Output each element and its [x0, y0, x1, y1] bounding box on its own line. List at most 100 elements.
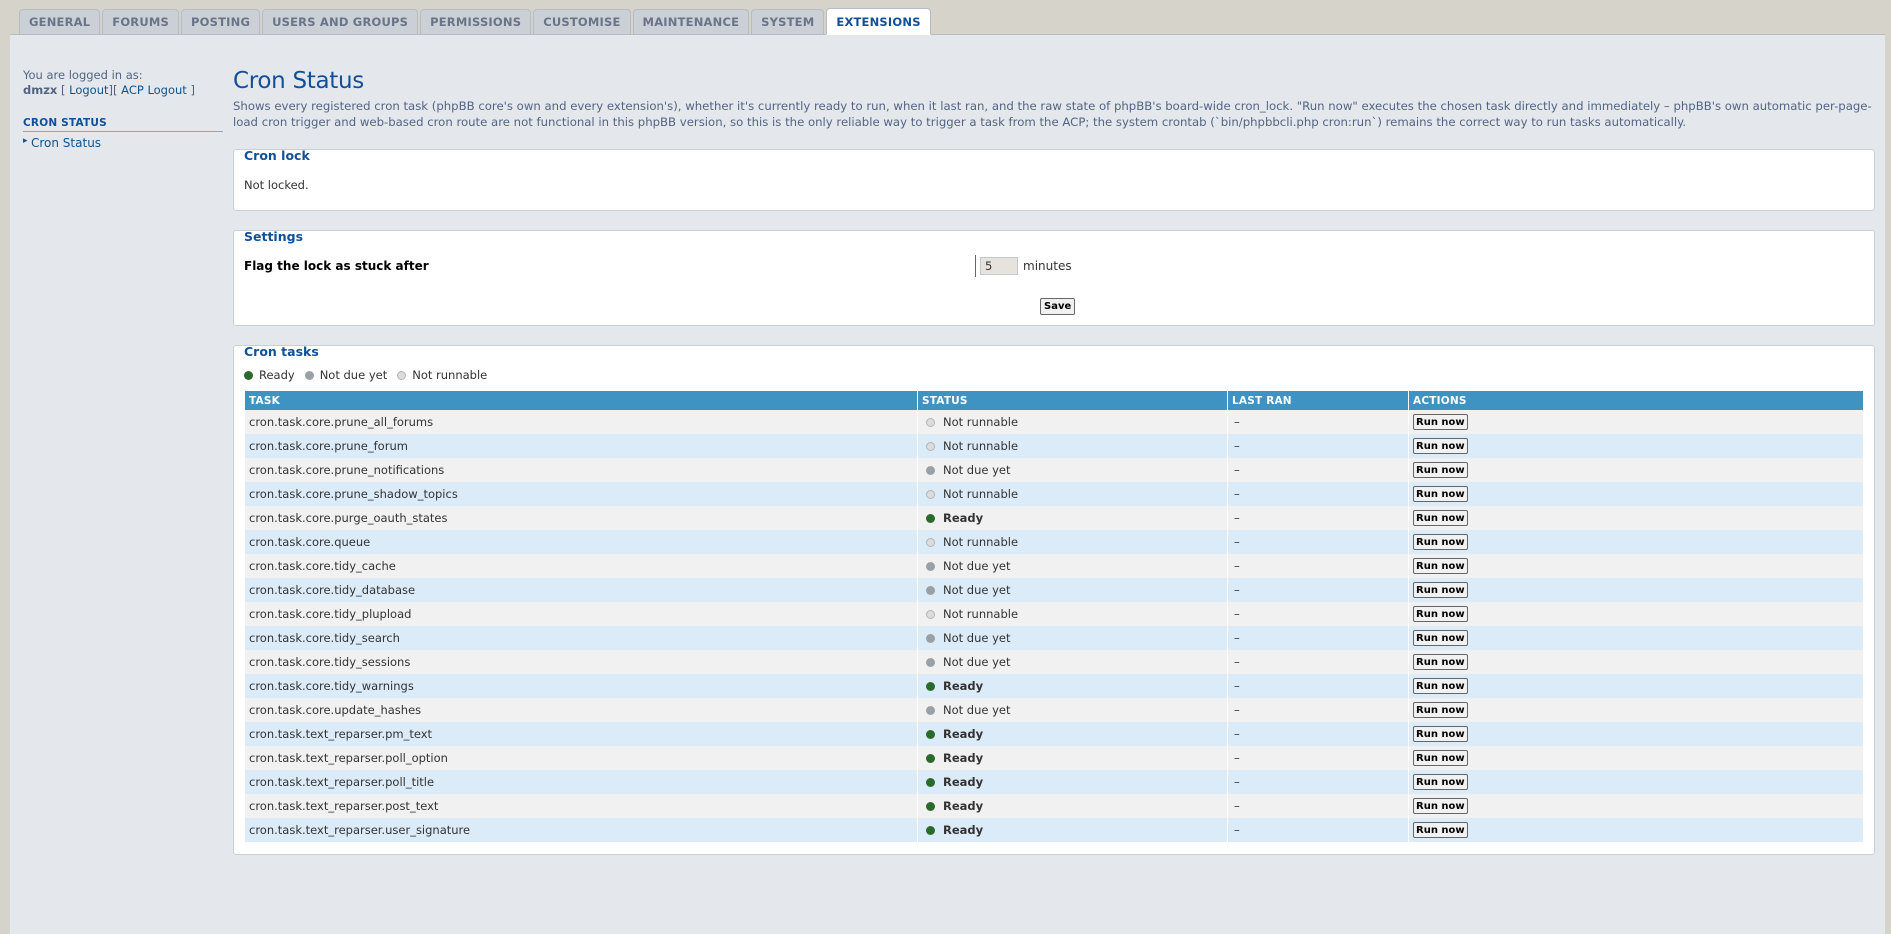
- table-row: cron.task.text_reparser.post_text Ready – R…: [245, 794, 1864, 818]
- task-last-ran: –: [1227, 794, 1409, 818]
- run-now-button[interactable]: Run now: [1413, 702, 1468, 719]
- status-dot-icon: [926, 705, 935, 715]
- table-row: cron.task.core.tidy_search Not due yet – Ru…: [245, 626, 1864, 650]
- task-last-ran: –: [1227, 722, 1409, 746]
- run-now-button[interactable]: Run now: [1413, 654, 1468, 671]
- task-last-ran: –: [1227, 674, 1409, 698]
- tab-users-and-groups[interactable]: USERS AND GROUPS: [262, 9, 419, 34]
- tab-extensions[interactable]: EXTENSIONS: [826, 8, 931, 35]
- tab-maintenance[interactable]: MAINTENANCE: [632, 9, 750, 34]
- run-now-button[interactable]: Run now: [1413, 414, 1468, 431]
- task-status-cell: Ready: [917, 794, 1228, 818]
- task-status: Not due yet: [943, 703, 1011, 717]
- key-not-runnable: Not runnable: [397, 368, 487, 382]
- run-now-button[interactable]: Run now: [1413, 606, 1468, 623]
- task-name: cron.task.core.tidy_warnings: [245, 674, 918, 698]
- task-name: cron.task.core.tidy_search: [245, 626, 918, 650]
- task-status-cell: Ready: [917, 674, 1228, 698]
- run-now-button[interactable]: Run now: [1413, 678, 1468, 695]
- logged-in-label: You are logged in as:: [23, 68, 143, 82]
- task-name: cron.task.core.tidy_cache: [245, 554, 918, 578]
- task-status: Not runnable: [943, 535, 1019, 549]
- table-row: cron.task.core.prune_shadow_topics Not ru…: [245, 482, 1864, 506]
- run-now-button[interactable]: Run now: [1413, 822, 1468, 839]
- run-now-button[interactable]: Run now: [1413, 726, 1468, 743]
- task-name: cron.task.text_reparser.user_signature: [245, 818, 918, 842]
- tab-posting[interactable]: POSTING: [181, 9, 261, 34]
- task-status: Ready: [943, 775, 984, 789]
- task-actions: Run now: [1408, 722, 1864, 746]
- task-status-cell: Not runnable: [917, 410, 1228, 434]
- task-actions: Run now: [1408, 458, 1864, 482]
- run-now-button[interactable]: Run now: [1413, 534, 1468, 551]
- save-button[interactable]: Save: [1040, 298, 1076, 315]
- task-last-ran: –: [1227, 650, 1409, 674]
- tab-general[interactable]: GENERAL: [19, 9, 101, 34]
- run-now-button[interactable]: Run now: [1413, 438, 1468, 455]
- table-row: cron.task.core.tidy_sessions Not due yet –…: [245, 650, 1864, 674]
- task-actions: Run now: [1408, 794, 1864, 818]
- stuck-lock-input-group: minutes: [975, 255, 1072, 277]
- acp-logout-link[interactable]: ACP Logout: [121, 83, 187, 97]
- tab-system[interactable]: SYSTEM: [751, 9, 825, 34]
- run-now-button[interactable]: Run now: [1413, 462, 1468, 479]
- logout-link[interactable]: Logout: [69, 83, 108, 97]
- tab-customise[interactable]: CUSTOMISE: [533, 9, 631, 34]
- task-actions: Run now: [1408, 554, 1864, 578]
- task-actions: Run now: [1408, 530, 1864, 554]
- task-last-ran: –: [1227, 698, 1409, 722]
- task-last-ran: –: [1227, 410, 1409, 434]
- task-name: cron.task.core.queue: [245, 530, 918, 554]
- task-status-cell: Not runnable: [917, 434, 1228, 458]
- task-status-cell: Not runnable: [917, 530, 1228, 554]
- table-row: cron.task.core.tidy_plupload Not runnable…: [245, 602, 1864, 626]
- run-now-button[interactable]: Run now: [1413, 750, 1468, 767]
- task-last-ran: –: [1227, 530, 1409, 554]
- run-now-button[interactable]: Run now: [1413, 582, 1468, 599]
- column-header-last-ran: LAST RAN: [1227, 391, 1409, 410]
- run-now-button[interactable]: Run now: [1413, 486, 1468, 503]
- task-name: cron.task.text_reparser.pm_text: [245, 722, 918, 746]
- run-now-button[interactable]: Run now: [1413, 798, 1468, 815]
- status-dot-icon: [926, 585, 935, 595]
- sidebar-section-title: CRON STATUS: [23, 117, 223, 132]
- settings-legend: Settings: [244, 229, 304, 244]
- task-status: Not runnable: [943, 415, 1019, 429]
- not-due-dot-icon: [304, 370, 314, 380]
- run-now-button[interactable]: Run now: [1413, 774, 1468, 791]
- task-status-cell: Ready: [917, 818, 1228, 842]
- status-dot-icon: [926, 753, 935, 763]
- task-actions: Run now: [1408, 434, 1864, 458]
- task-status-cell: Ready: [917, 506, 1228, 530]
- task-last-ran: –: [1227, 434, 1409, 458]
- input-caret: [975, 255, 976, 277]
- table-row: cron.task.core.purge_oauth_states Ready – R…: [245, 506, 1864, 530]
- tab-permissions[interactable]: PERMISSIONS: [420, 9, 532, 34]
- sidebar-item-cron-status[interactable]: ▸ Cron Status: [23, 136, 233, 150]
- run-now-button[interactable]: Run now: [1413, 630, 1468, 647]
- task-last-ran: –: [1227, 458, 1409, 482]
- task-name: cron.task.core.purge_oauth_states: [245, 506, 918, 530]
- task-actions: Run now: [1408, 746, 1864, 770]
- key-not-runnable-label: Not runnable: [412, 368, 488, 382]
- task-last-ran: –: [1227, 554, 1409, 578]
- task-status: Not due yet: [943, 655, 1011, 669]
- task-actions: Run now: [1408, 818, 1864, 842]
- task-actions: Run now: [1408, 578, 1864, 602]
- tab-forums[interactable]: FORUMS: [102, 9, 180, 34]
- main-content: Cron Status Shows every registered cron …: [233, 68, 1875, 855]
- task-last-ran: –: [1227, 602, 1409, 626]
- key-ready: Ready: [244, 368, 295, 382]
- run-now-button[interactable]: Run now: [1413, 558, 1468, 575]
- status-dot-icon: [926, 417, 935, 427]
- status-dot-icon: [926, 489, 935, 499]
- task-status-cell: Ready: [917, 746, 1228, 770]
- task-last-ran: –: [1227, 506, 1409, 530]
- task-status-cell: Not due yet: [917, 458, 1228, 482]
- task-status-cell: Not runnable: [917, 482, 1228, 506]
- stuck-lock-minutes-input[interactable]: [980, 257, 1018, 275]
- run-now-button[interactable]: Run now: [1413, 510, 1468, 527]
- settings-fieldset: Settings Flag the lock as stuck after mi…: [233, 229, 1875, 326]
- page-title: Cron Status: [233, 68, 364, 94]
- status-dot-icon: [926, 465, 935, 475]
